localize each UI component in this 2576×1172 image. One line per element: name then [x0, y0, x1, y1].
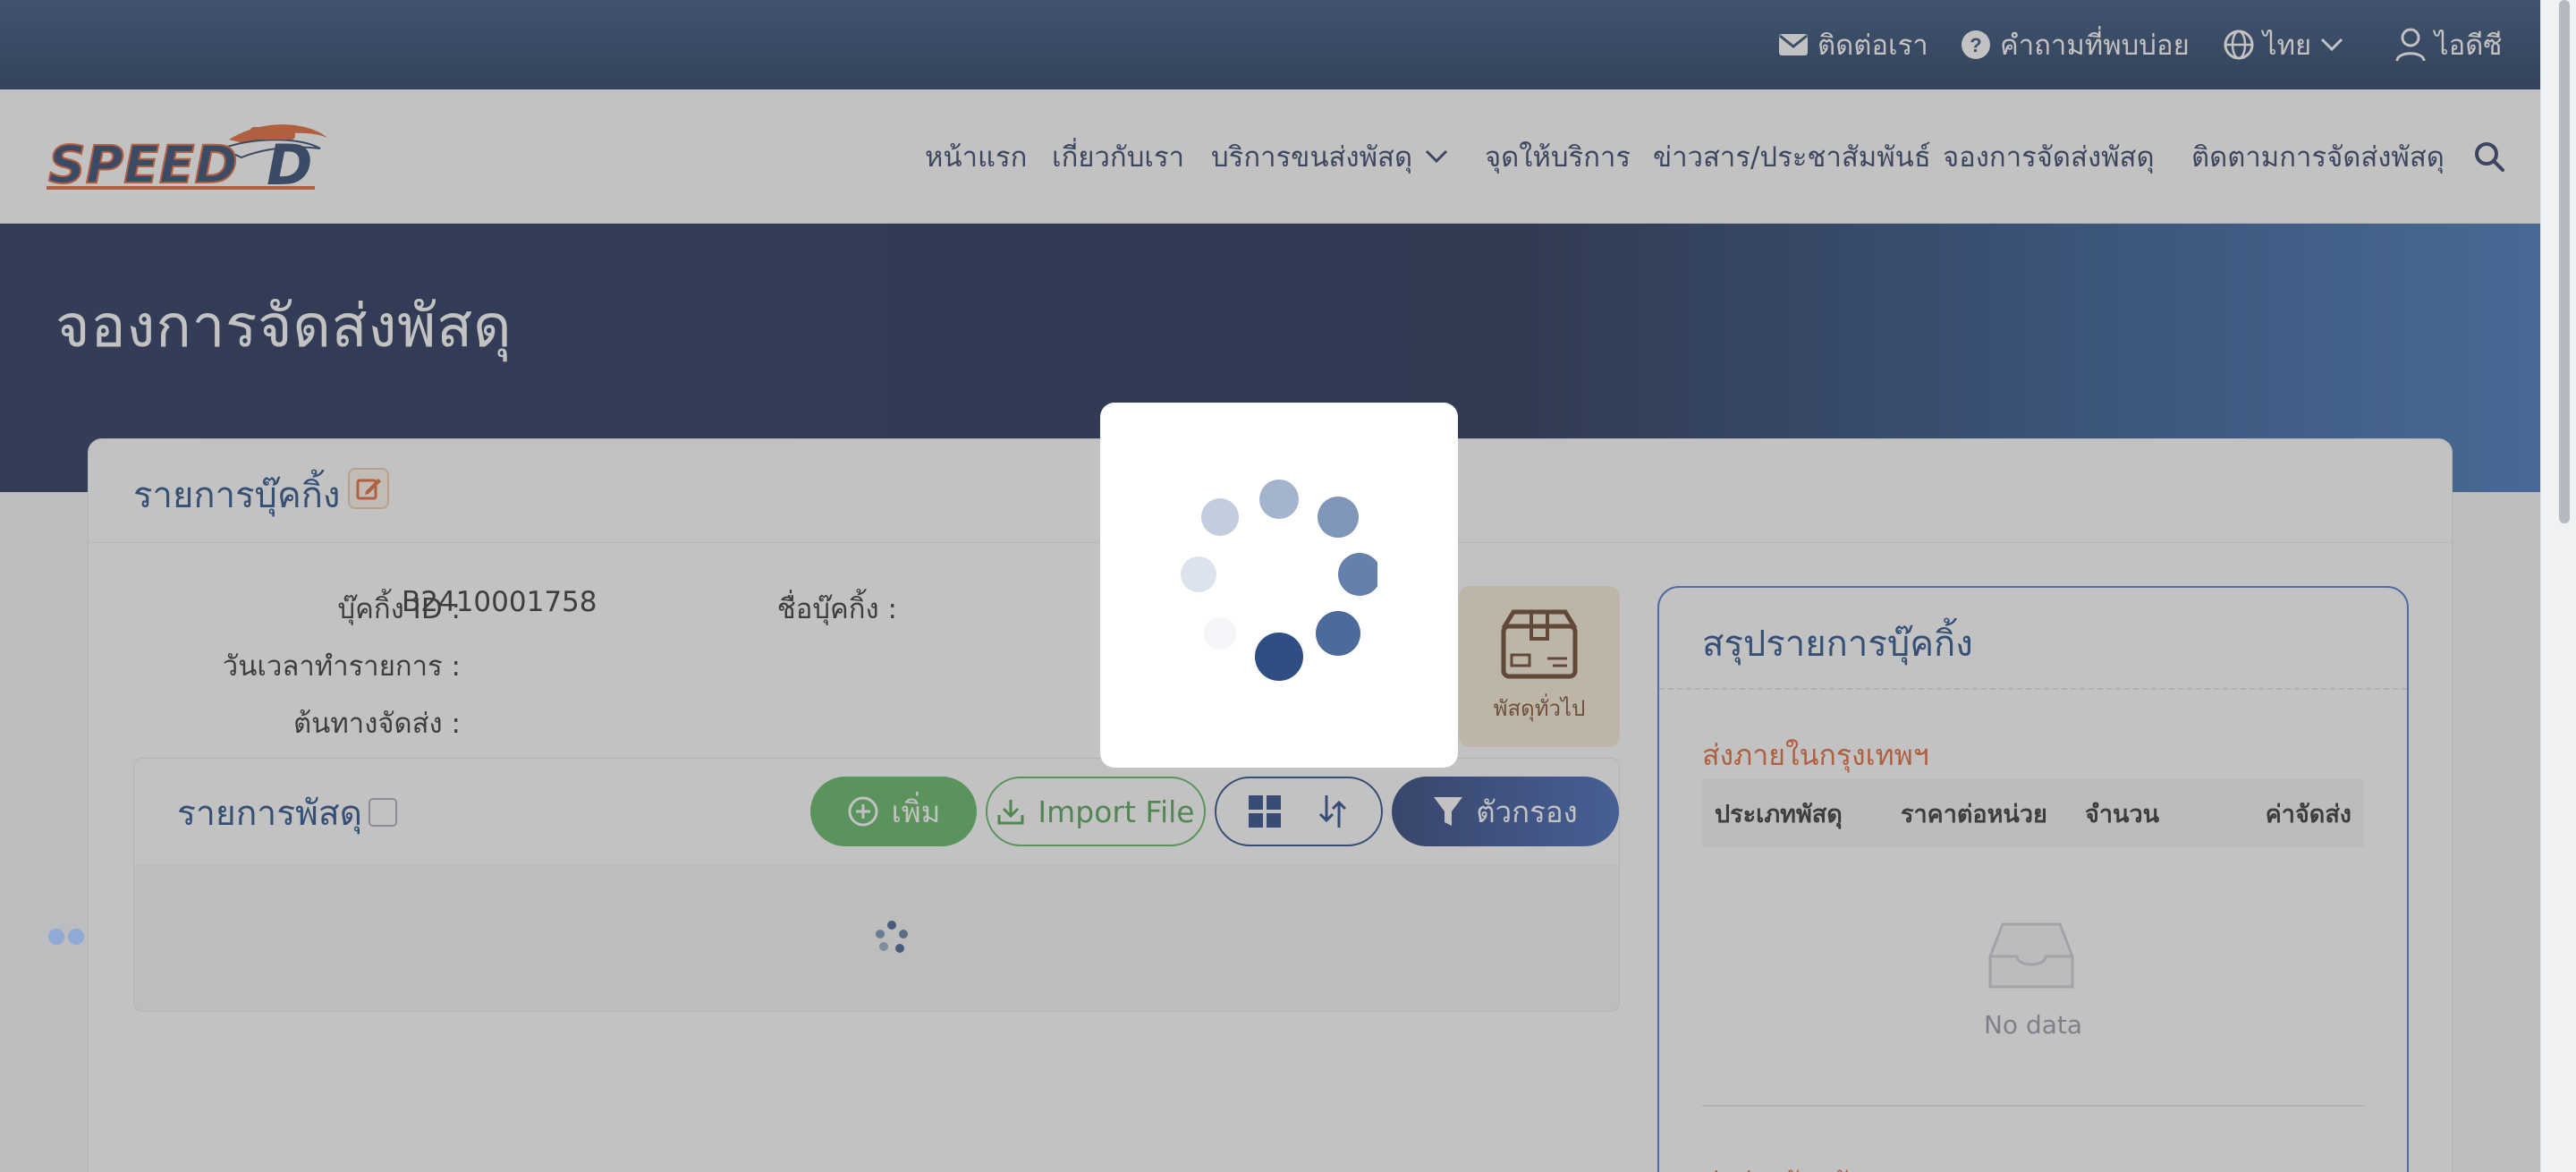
- page-scrollbar-thumb[interactable]: [2559, 0, 2570, 523]
- loading-spinner-icon: [1181, 480, 1377, 681]
- side-loading-dots-icon: [48, 929, 84, 945]
- page-scrollbar-track[interactable]: [2540, 0, 2576, 1172]
- loading-modal: [1100, 403, 1458, 768]
